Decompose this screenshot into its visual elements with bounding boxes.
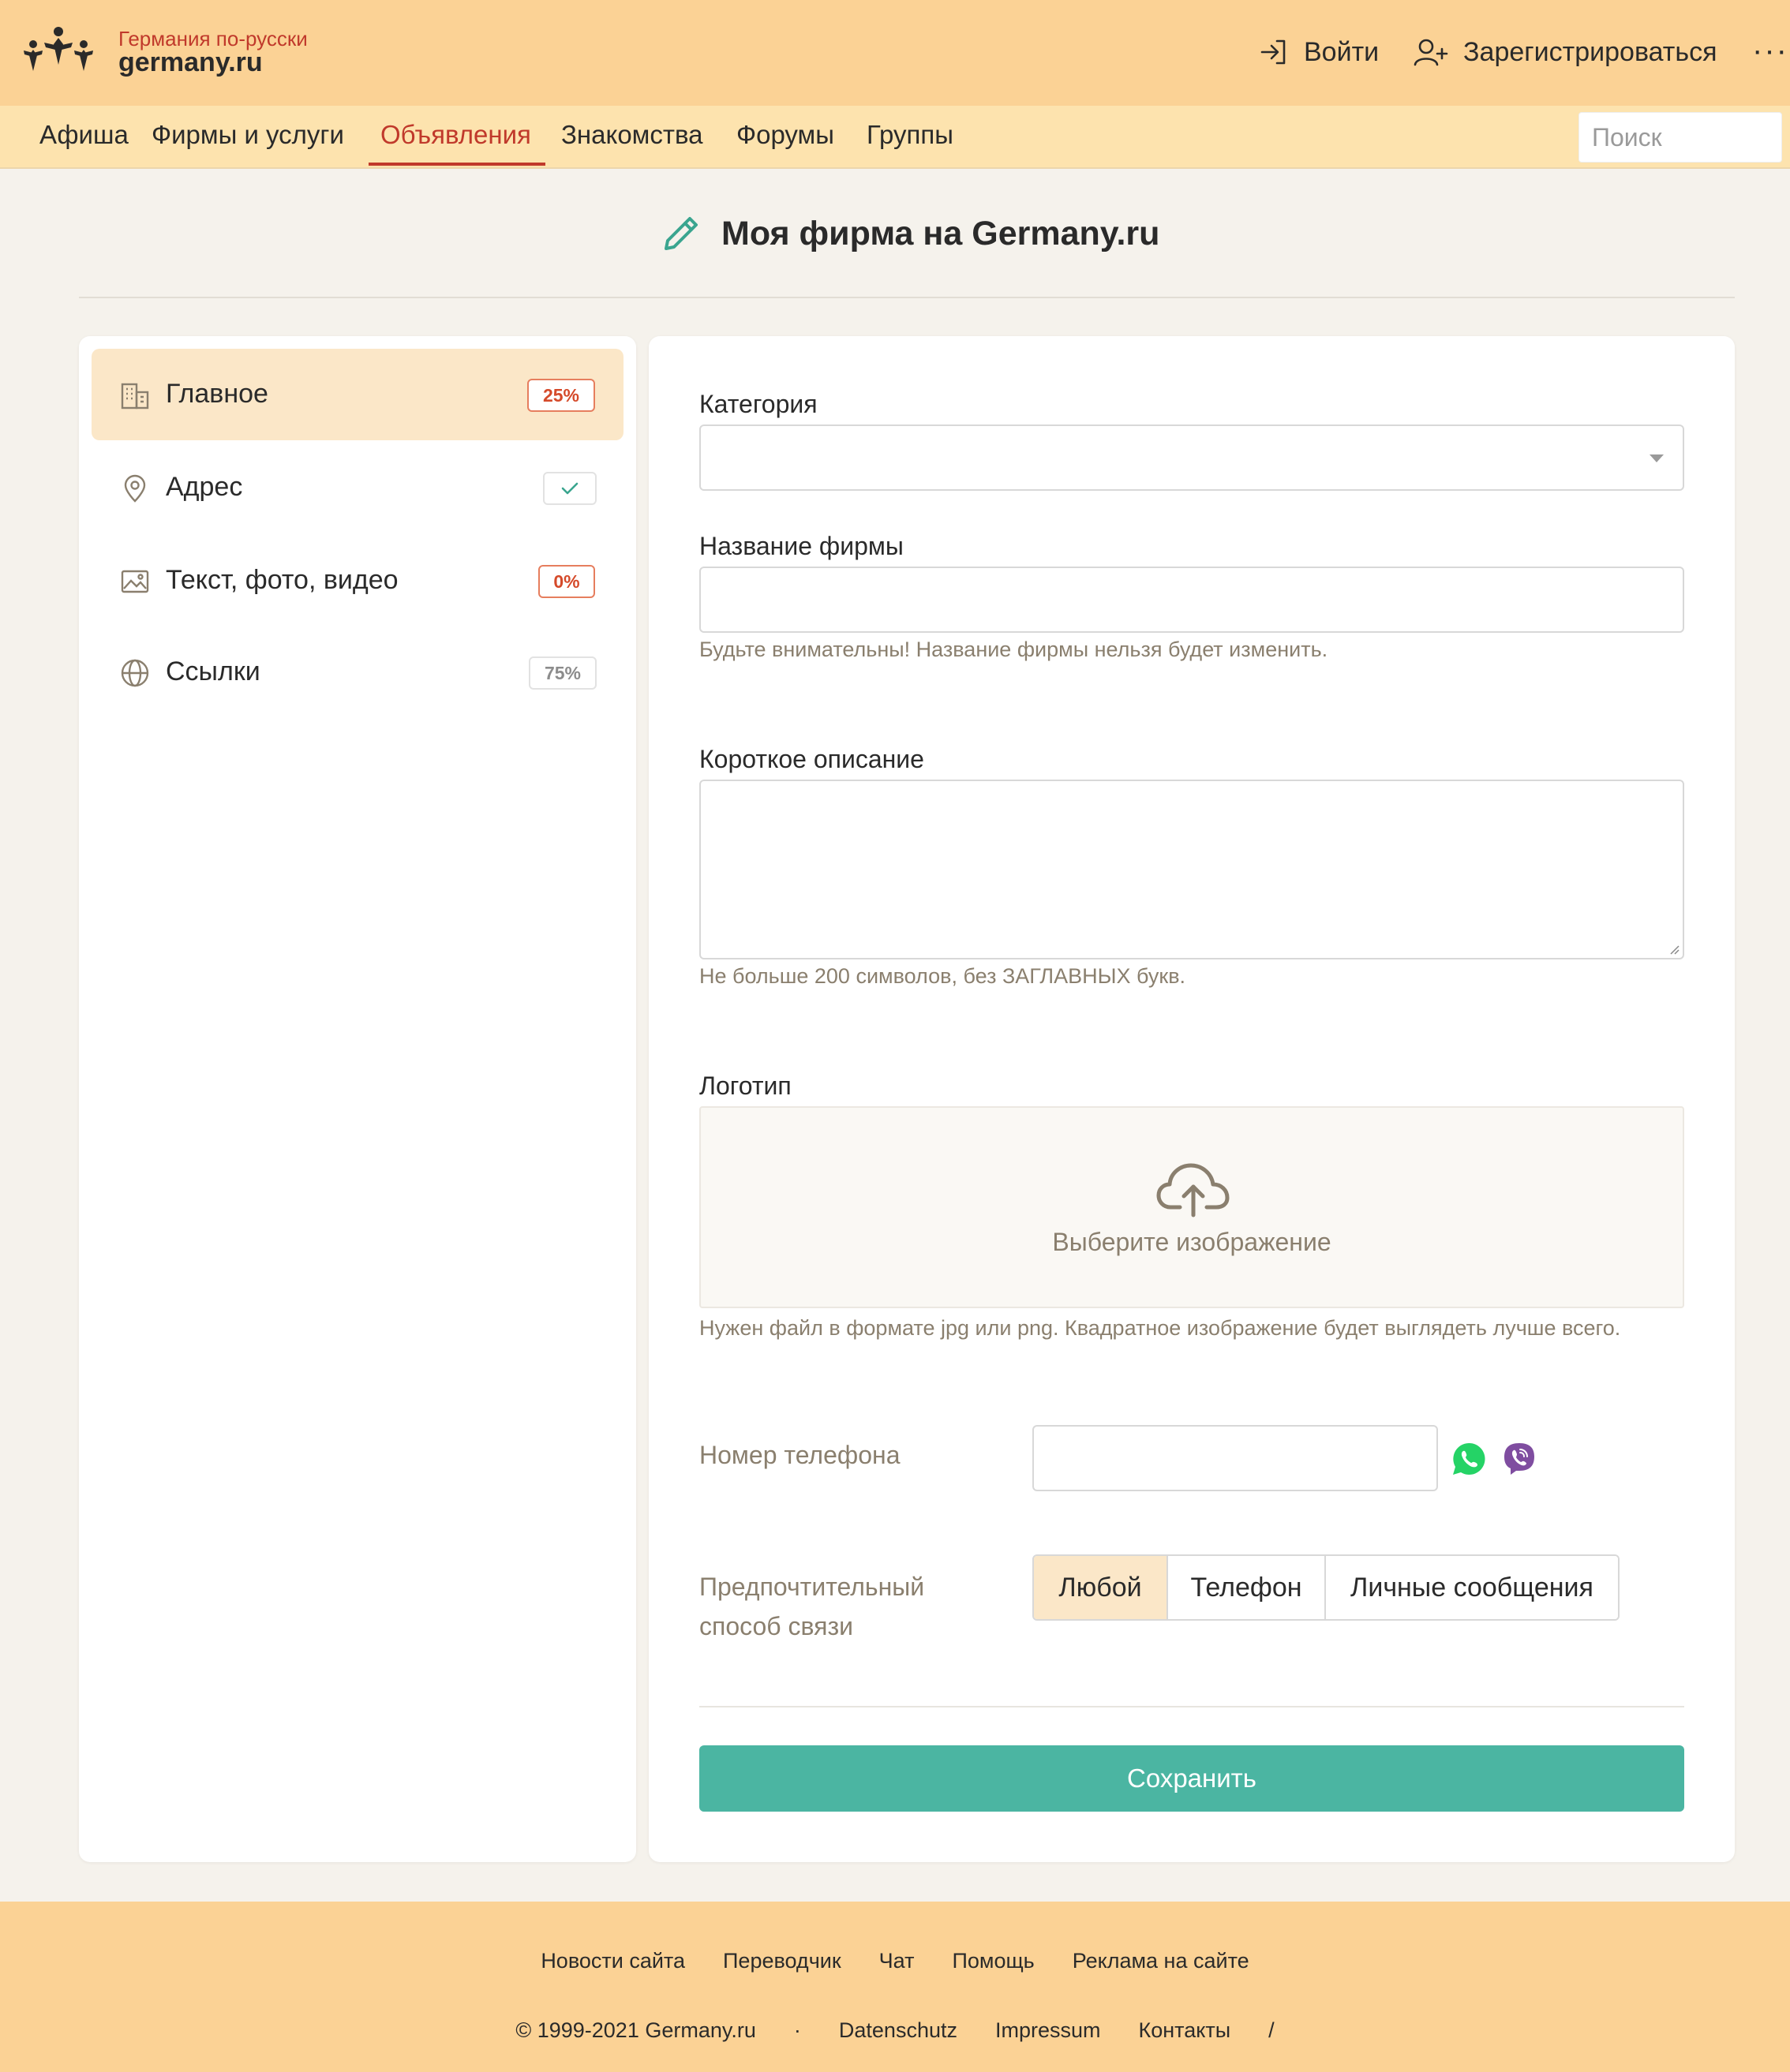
company-name-input[interactable] <box>699 567 1684 633</box>
footer-separator: · <box>793 2018 801 2042</box>
nav-item-dating[interactable]: Знакомства <box>561 120 703 150</box>
footer-legal: © 1999-2021 Germany.ru · Datenschutz Imp… <box>0 2018 1790 2043</box>
main-nav: Афиша Фирмы и услуги Объявления Знакомст… <box>0 106 1790 169</box>
logo-hint: Нужен файл в формате jpg или png. Квадра… <box>699 1316 1621 1340</box>
active-nav-indicator <box>369 163 545 166</box>
contact-option-phone[interactable]: Телефон <box>1168 1556 1326 1619</box>
footer-link-advertising[interactable]: Реклама на сайте <box>1073 1949 1249 1973</box>
logo-name[interactable]: germany.ru <box>118 47 263 78</box>
register-label: Зарегистрироваться <box>1463 36 1717 67</box>
footer-link-impressum[interactable]: Impressum <box>995 2018 1101 2043</box>
footer-link-chat[interactable]: Чат <box>879 1949 915 1973</box>
footer-link-contacts[interactable]: Контакты <box>1139 2018 1231 2043</box>
short-description-label: Короткое описание <box>699 745 924 773</box>
whatsapp-icon[interactable] <box>1451 1441 1487 1477</box>
short-description-textarea[interactable] <box>699 780 1684 959</box>
contact-option-messages[interactable]: Личные сообщения <box>1326 1556 1618 1619</box>
sidebar-item-label: Главное <box>166 379 268 409</box>
viber-icon[interactable] <box>1501 1441 1537 1477</box>
footer-link-translator[interactable]: Переводчик <box>723 1949 841 1973</box>
add-user-icon <box>1414 39 1448 66</box>
sidebar-item-label: Адрес <box>166 472 243 502</box>
sidebar: Главное 25% Адрес Текст, фото, видео 0% <box>79 336 636 1862</box>
cloud-upload-icon <box>1156 1163 1230 1217</box>
nav-item-afisha[interactable]: Афиша <box>39 120 129 150</box>
company-name-label: Название фирмы <box>699 532 904 560</box>
form-divider <box>699 1706 1684 1707</box>
category-select[interactable] <box>699 424 1684 491</box>
pencil-icon <box>665 217 698 250</box>
contact-preference-label: Предпочтительный способ связи <box>699 1573 925 1640</box>
company-name-hint: Будьте внимательны! Название фирмы нельз… <box>699 638 1328 661</box>
globe-icon <box>121 659 149 687</box>
chevron-down-icon <box>1650 454 1664 462</box>
progress-badge: 75% <box>529 656 597 690</box>
footer-trailing: / <box>1268 2018 1275 2042</box>
contact-preference-toggle: Любой Телефон Личные сообщения <box>1032 1554 1620 1621</box>
register-link[interactable]: Зарегистрироваться <box>1413 32 1717 73</box>
progress-badge: 0% <box>538 565 595 598</box>
title-divider <box>79 297 1735 298</box>
sidebar-item-media[interactable]: Текст, фото, видео 0% <box>92 535 624 626</box>
phone-label: Номер телефона <box>699 1441 901 1469</box>
login-icon <box>1260 39 1286 65</box>
nav-item-ads[interactable]: Объявления <box>380 120 531 150</box>
short-description-hint: Не больше 200 символов, без ЗАГЛАВНЫХ бу… <box>699 964 1186 988</box>
resize-handle-icon[interactable] <box>1667 942 1680 955</box>
sidebar-item-label: Текст, фото, видео <box>166 565 399 595</box>
location-pin-icon <box>124 474 146 503</box>
login-link[interactable]: Войти <box>1258 32 1379 73</box>
sidebar-item-links[interactable]: Ссылки 75% <box>92 626 624 718</box>
logo-upload-dropzone[interactable]: Выберите изображение <box>699 1106 1684 1308</box>
footer-link-datenschutz[interactable]: Datenschutz <box>839 2018 957 2043</box>
search-input[interactable] <box>1578 112 1782 163</box>
image-icon <box>121 570 149 593</box>
footer-links: Новости сайта Переводчик Чат Помощь Рекл… <box>0 1949 1790 1973</box>
nav-item-firms[interactable]: Фирмы и услуги <box>152 120 344 150</box>
footer-link-news[interactable]: Новости сайта <box>541 1949 685 1973</box>
nav-item-groups[interactable]: Группы <box>867 120 953 150</box>
progress-badge: 25% <box>527 379 595 412</box>
top-header: Германия по-русски germany.ru Войти Заре… <box>0 0 1790 106</box>
sidebar-item-address[interactable]: Адрес <box>92 442 624 533</box>
save-button[interactable]: Сохранить <box>699 1745 1684 1812</box>
nav-item-forums[interactable]: Форумы <box>736 120 834 150</box>
contact-option-any[interactable]: Любой <box>1034 1556 1168 1619</box>
complete-badge <box>543 472 597 505</box>
footer: Новости сайта Переводчик Чат Помощь Рекл… <box>0 1902 1790 2072</box>
upload-prompt: Выберите изображение <box>1052 1228 1331 1256</box>
logo-label: Логотип <box>699 1072 792 1100</box>
sidebar-item-label: Ссылки <box>166 656 260 686</box>
login-label: Войти <box>1304 36 1380 67</box>
page-title: Моя фирма на Germany.ru <box>721 214 1160 252</box>
company-form: Категория Название фирмы Будьте внимател… <box>649 336 1735 1862</box>
page-header: Моя фирма на Germany.ru <box>660 211 1159 256</box>
footer-link-help[interactable]: Помощь <box>952 1949 1034 1973</box>
logo-icon[interactable] <box>22 27 95 77</box>
category-label: Категория <box>699 390 818 418</box>
checkmark-icon <box>561 482 579 495</box>
building-icon <box>121 383 149 410</box>
more-menu-icon[interactable]: ··· <box>1752 33 1788 69</box>
copyright: © 1999-2021 Germany.ru <box>515 2018 756 2042</box>
phone-input[interactable] <box>1032 1425 1438 1491</box>
sidebar-item-main[interactable]: Главное 25% <box>92 349 624 440</box>
